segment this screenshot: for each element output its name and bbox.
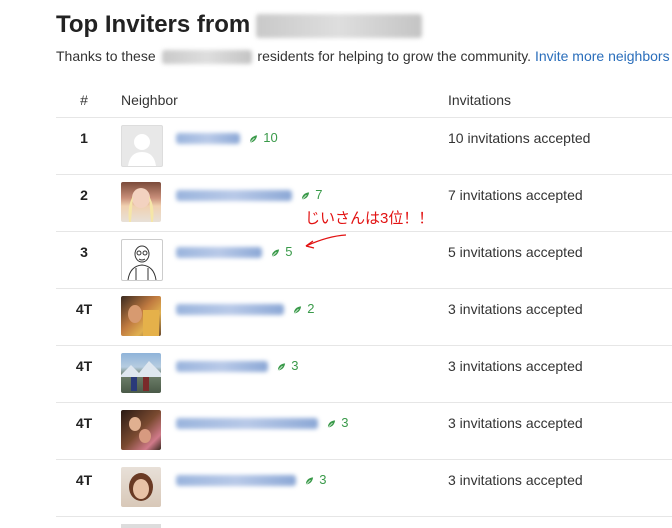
avatar[interactable]	[121, 182, 161, 222]
rank: 1	[80, 130, 88, 146]
leaf-icon	[271, 248, 279, 257]
neighbor-name[interactable]: 2	[176, 301, 314, 316]
table-row: 4T 3 3 invitations accepted	[56, 402, 672, 460]
annotation-arrow-icon	[305, 234, 347, 249]
invite-count: 3	[341, 415, 349, 430]
avatar[interactable]	[121, 410, 161, 450]
redacted-name[interactable]	[176, 304, 284, 316]
invitations-accepted: 3 invitations accepted	[448, 472, 583, 488]
avatar[interactable]	[121, 353, 161, 393]
neighbor-name[interactable]: 3	[176, 358, 298, 373]
invite-count: 5	[285, 244, 293, 259]
avatar[interactable]	[121, 296, 161, 336]
column-header-invitations: Invitations	[448, 92, 512, 108]
leaf-icon	[327, 419, 335, 428]
column-header-neighbor: Neighbor	[121, 92, 178, 108]
table-row: 1 10 10 invitations accepted	[56, 117, 672, 175]
rank: 4T	[75, 415, 93, 431]
annotation-text: じいさんは3位！！	[305, 210, 434, 227]
leaf-icon	[305, 476, 313, 485]
avatar[interactable]	[121, 239, 163, 281]
rank: 4T	[75, 358, 93, 374]
invite-count: 10	[263, 130, 278, 145]
column-header-rank: #	[80, 92, 88, 108]
redacted-community-name	[256, 13, 423, 38]
neighbor-name[interactable]: 3	[176, 415, 348, 430]
table-row: 4T 2 3 invitations accepted	[56, 288, 672, 346]
neighbor-name[interactable]: 10	[176, 130, 278, 145]
invitations-accepted: 5 invitations accepted	[448, 244, 583, 260]
page-title: Top Inviters from	[56, 11, 423, 39]
rank: 4T	[75, 472, 93, 488]
rank: 2	[80, 187, 88, 203]
invitations-accepted: 10 invitations accepted	[448, 130, 591, 146]
redacted-community-name	[161, 50, 252, 65]
invite-more-neighbors-link[interactable]: Invite more neighbors	[535, 48, 670, 64]
invite-count: 7	[315, 187, 323, 202]
leaf-icon	[301, 191, 309, 200]
redacted-name[interactable]	[176, 133, 240, 145]
redacted-name[interactable]	[176, 418, 318, 430]
invite-count: 3	[319, 472, 327, 487]
redacted-name[interactable]	[176, 475, 296, 487]
invitations-accepted: 3 invitations accepted	[448, 358, 583, 374]
avatar	[121, 524, 161, 528]
avatar[interactable]	[121, 467, 161, 507]
avatar[interactable]	[121, 125, 163, 167]
invitations-accepted: 7 invitations accepted	[448, 187, 583, 203]
neighbor-name[interactable]: 3	[176, 472, 326, 487]
invite-count: 3	[291, 358, 299, 373]
redacted-name[interactable]	[176, 361, 268, 373]
rank: 4T	[75, 301, 93, 317]
table-row: 4T 3 3 invitations accepted	[56, 459, 672, 517]
redacted-name[interactable]	[176, 247, 262, 259]
invite-count: 2	[307, 301, 315, 316]
table-row: 3 5 5 invitations accepted	[56, 231, 672, 289]
leaf-icon	[277, 362, 285, 371]
table-row	[56, 516, 672, 528]
invitations-accepted: 3 invitations accepted	[448, 415, 583, 431]
redacted-name[interactable]	[176, 190, 292, 202]
neighbor-name[interactable]: 5	[176, 244, 292, 259]
invitations-accepted: 3 invitations accepted	[448, 301, 583, 317]
page-subtitle: Thanks to these residents for helping to…	[56, 48, 670, 65]
rank: 3	[80, 244, 88, 260]
leaf-icon	[249, 134, 257, 143]
leaf-icon	[293, 305, 301, 314]
table-row: 4T 3 3 invitations accepted	[56, 345, 672, 403]
neighbor-name[interactable]: 7	[176, 187, 322, 202]
